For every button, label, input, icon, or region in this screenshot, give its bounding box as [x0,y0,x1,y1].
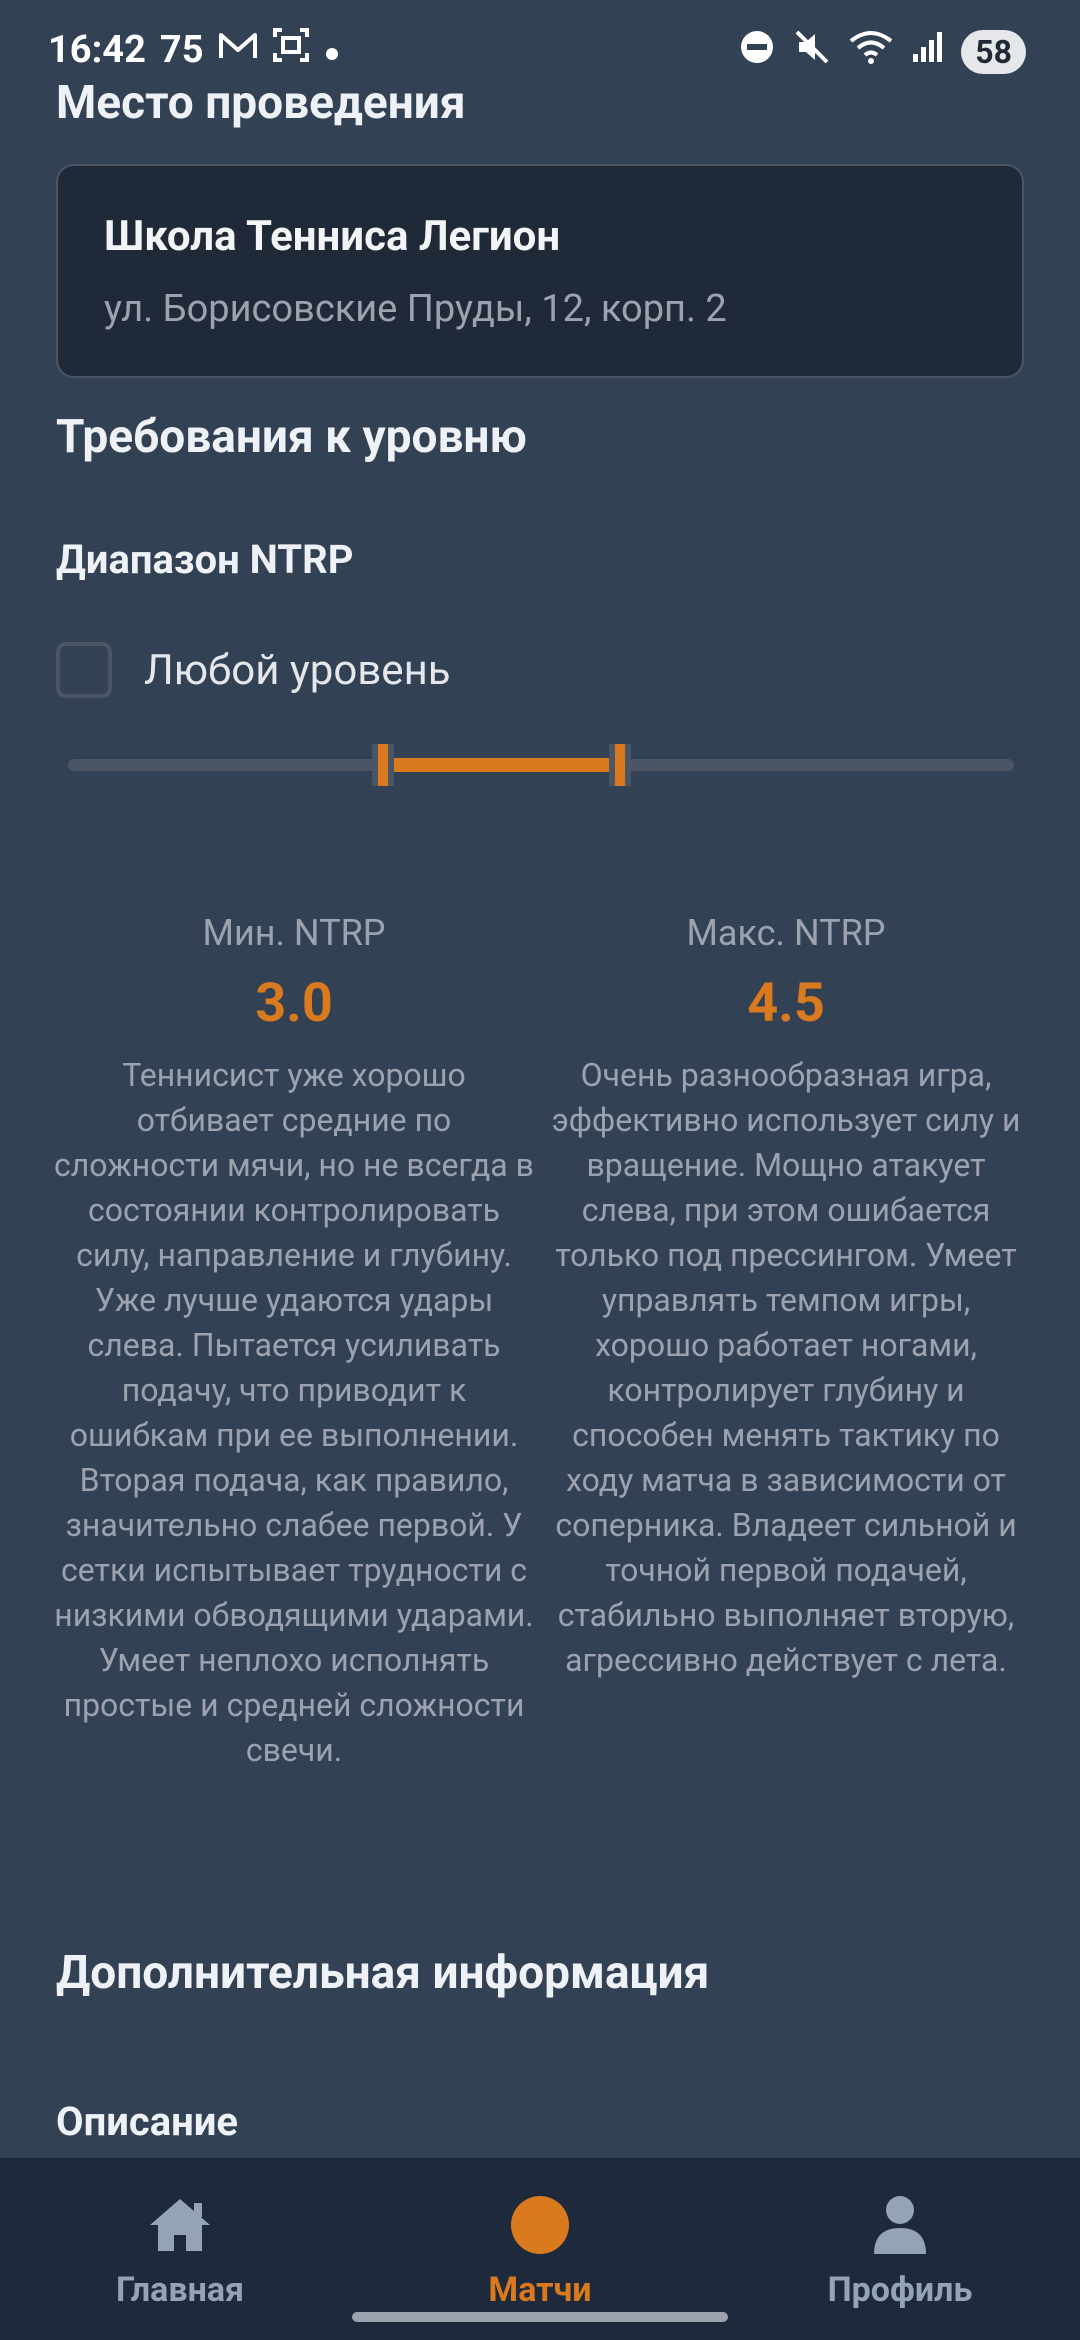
venue-section-title: Место проведения [56,76,466,130]
slider-selected-range [383,758,620,772]
ntrp-max-description: Очень разнообразная игра, эффективно исп… [551,1056,1021,1679]
any-level-checkbox[interactable] [56,642,112,698]
dot-icon [324,28,340,72]
do-not-disturb-icon [739,29,775,75]
slider-thumb-min[interactable] [372,744,395,786]
mute-icon [793,28,831,76]
mail-icon [218,28,258,72]
venue-card[interactable]: Школа Тенниса Легион ул. Борисовские Пру… [56,164,1024,378]
status-time: 16:42 [48,28,146,72]
slider-thumb-max[interactable] [608,744,631,786]
nav-label-profile: Профиль [827,2270,973,2310]
home-gesture-bar[interactable] [352,2312,728,2322]
notification-count: 75 [159,28,204,72]
ntrp-max-column: Макс. NTRP 4.5 Очень разнообразная игра,… [540,912,1032,1773]
ntrp-min-description: Теннисист уже хорошо отбивает средние по… [54,1056,534,1769]
ntrp-min-label: Мин. NTRP [202,912,386,954]
ntrp-range-title: Диапазон NTRP [56,536,354,583]
ntrp-values: Мин. NTRP 3.0 Теннисист уже хорошо отбив… [48,912,1032,1773]
extra-info-section-title: Дополнительная информация [56,1946,710,2000]
tennis-ball-icon [505,2190,575,2260]
ntrp-range-slider[interactable] [68,740,1014,790]
ntrp-min-value: 3.0 [255,972,333,1035]
ntrp-max-label: Макс. NTRP [686,912,886,954]
signal-icon [911,30,943,74]
home-icon [145,2190,215,2260]
nav-item-profile[interactable]: Профиль [720,2158,1080,2340]
any-level-option[interactable]: Любой уровень [56,642,451,698]
screenshot-icon [272,27,310,73]
nav-label-home: Главная [115,2270,245,2310]
ntrp-max-value: 4.5 [747,972,825,1035]
description-title: Описание [56,2098,239,2145]
person-icon [865,2190,935,2260]
venue-address: ул. Борисовские Пруды, 12, корп. 2 [104,287,727,331]
nav-item-home[interactable]: Главная [0,2158,360,2340]
any-level-label: Любой уровень [144,645,451,695]
ntrp-min-column: Мин. NTRP 3.0 Теннисист уже хорошо отбив… [48,912,540,1773]
level-section-title: Требования к уровню [56,410,527,464]
battery-indicator: 58 [961,30,1026,74]
wifi-icon [849,29,893,75]
nav-label-matches: Матчи [488,2270,592,2310]
venue-name: Школа Тенниса Легион [104,212,561,261]
